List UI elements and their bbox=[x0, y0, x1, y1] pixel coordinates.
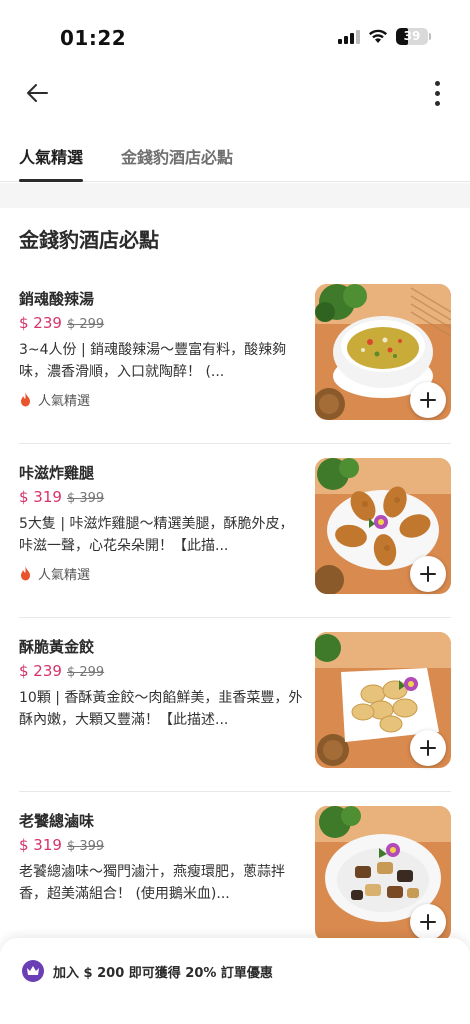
item-price-row: $ 239 $ 299 bbox=[19, 314, 104, 332]
plus-icon bbox=[420, 566, 436, 582]
item-price: $ 239 bbox=[19, 662, 62, 680]
status-bar: 01:22 39 bbox=[0, 0, 470, 62]
item-name: 酥脆黃金餃 bbox=[19, 638, 95, 656]
section-divider bbox=[0, 183, 470, 208]
battery-icon: 39 bbox=[396, 28, 431, 45]
menu-item[interactable]: 銷魂酸辣湯 $ 239 $ 299 3~4人份 | 銷魂酸辣湯～豐富有料，酸辣夠… bbox=[0, 270, 470, 444]
add-to-cart-button[interactable] bbox=[410, 556, 446, 592]
arrow-left-icon bbox=[27, 84, 48, 102]
tag-label: 人氣精選 bbox=[38, 394, 91, 409]
add-to-cart-button[interactable] bbox=[410, 730, 446, 766]
wifi-icon bbox=[369, 29, 387, 43]
item-price: $ 239 bbox=[19, 314, 62, 332]
promo-banner[interactable]: 加入 $ 200 即可獲得 20% 訂單優惠 bbox=[0, 938, 470, 1024]
flame-icon bbox=[21, 566, 30, 581]
tab-popular[interactable]: 人氣精選 bbox=[19, 144, 84, 182]
item-description: 5大隻 | 咔滋炸雞腿～精選美腿，酥脆外皮，咔滋一聲，心花朵朵開！【此描... bbox=[19, 516, 294, 554]
tag-label: 人氣精選 bbox=[38, 568, 91, 583]
popular-tag: 人氣精選 bbox=[19, 564, 90, 583]
item-description: 3~4人份 | 銷魂酸辣湯～豐富有料，酸辣夠味，濃香滑順，入口就陶醉！ (... bbox=[19, 342, 287, 380]
promo-text: 加入 $ 200 即可獲得 20% 訂單優惠 bbox=[53, 966, 273, 981]
item-original-price: $ 299 bbox=[66, 317, 105, 332]
menu-item[interactable]: 酥脆黃金餃 $ 239 $ 299 10顆 | 香酥黃金餃～肉餡鮮美，韭香菜豐，… bbox=[0, 618, 470, 792]
plus-icon bbox=[420, 392, 436, 408]
item-name: 咔滋炸雞腿 bbox=[19, 464, 95, 482]
section-title: 金錢豹酒店必點 bbox=[19, 228, 159, 252]
add-to-cart-button[interactable] bbox=[410, 382, 446, 418]
popular-tag: 人氣精選 bbox=[19, 390, 90, 409]
battery-level: 39 bbox=[403, 29, 421, 43]
crown-icon bbox=[22, 960, 44, 982]
add-to-cart-button[interactable] bbox=[410, 904, 446, 940]
plus-icon bbox=[420, 740, 436, 756]
item-price: $ 319 bbox=[19, 488, 62, 506]
item-price-row: $ 319 $ 399 bbox=[19, 836, 104, 854]
item-name: 老饕總滷味 bbox=[19, 812, 95, 830]
item-price: $ 319 bbox=[19, 836, 62, 854]
more-vertical-icon bbox=[434, 80, 440, 86]
item-price-row: $ 319 $ 399 bbox=[19, 488, 104, 506]
app-bar bbox=[0, 70, 470, 116]
back-button[interactable] bbox=[20, 78, 54, 108]
status-time: 01:22 bbox=[60, 26, 127, 50]
menu-item[interactable]: 咔滋炸雞腿 $ 319 $ 399 5大隻 | 咔滋炸雞腿～精選美腿，酥脆外皮，… bbox=[0, 444, 470, 618]
plus-icon bbox=[420, 914, 436, 930]
item-original-price: $ 399 bbox=[66, 491, 105, 506]
item-description: 老饕總滷味～獨門滷汁，燕瘦環肥，蔥蒜拌香，超美滿組合！ (使用鵝米血)... bbox=[19, 864, 285, 902]
item-description: 10顆 | 香酥黃金餃～肉餡鮮美，韭香菜豐，外酥內嫩，大顆又豐滿！【此描述... bbox=[19, 690, 303, 728]
item-name: 銷魂酸辣湯 bbox=[19, 290, 95, 308]
item-price-row: $ 239 $ 299 bbox=[19, 662, 104, 680]
tab-must-order[interactable]: 金錢豹酒店必點 bbox=[121, 144, 233, 182]
item-original-price: $ 399 bbox=[66, 839, 105, 854]
more-options-button[interactable] bbox=[428, 78, 446, 108]
cellular-signal-icon bbox=[338, 29, 360, 44]
category-tabs: 人氣精選 金錢豹酒店必點 bbox=[0, 130, 470, 182]
status-icons: 39 bbox=[338, 28, 431, 45]
flame-icon bbox=[21, 392, 30, 407]
item-original-price: $ 299 bbox=[66, 665, 105, 680]
